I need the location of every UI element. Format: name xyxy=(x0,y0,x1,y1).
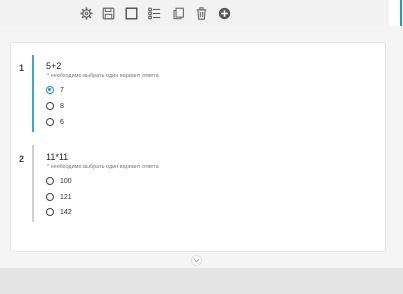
question-hint: * необходимо выбрать один вариант ответа xyxy=(47,164,159,170)
radio-button-selected[interactable] xyxy=(46,86,54,94)
answer-option[interactable]: 6 xyxy=(46,116,64,128)
footer-bar xyxy=(0,268,403,294)
answer-option[interactable]: 8 xyxy=(46,100,64,112)
radio-button[interactable] xyxy=(46,118,54,126)
answer-option[interactable]: 142 xyxy=(46,206,72,218)
radio-button[interactable] xyxy=(46,102,54,110)
question-hint: * необходимо выбрать один вариант ответа xyxy=(47,73,159,79)
radio-button[interactable] xyxy=(46,208,54,216)
toolbar xyxy=(0,0,389,26)
answer-label: 121 xyxy=(60,193,72,201)
answer-label: 142 xyxy=(60,208,72,216)
expand-button[interactable] xyxy=(191,255,202,266)
answer-label: 6 xyxy=(60,118,64,126)
question-active-indicator xyxy=(32,55,34,132)
chevron-down-icon xyxy=(193,258,200,263)
add-circle-icon[interactable] xyxy=(216,5,232,21)
question-number: 1 xyxy=(19,63,25,73)
list-checks-icon[interactable] xyxy=(146,5,162,21)
save-icon[interactable] xyxy=(100,5,116,21)
trash-icon[interactable] xyxy=(193,5,209,21)
radio-button[interactable] xyxy=(46,193,54,201)
answer-option[interactable]: 100 xyxy=(46,175,72,187)
question-indicator xyxy=(32,145,34,222)
answer-label: 100 xyxy=(60,177,72,185)
question-title: 11*11 xyxy=(46,152,69,162)
answer-option[interactable]: 121 xyxy=(46,191,72,203)
scrollbar[interactable] xyxy=(389,0,403,26)
square-icon[interactable] xyxy=(123,5,139,21)
answer-label: 8 xyxy=(60,102,64,110)
gear-icon[interactable] xyxy=(78,5,94,21)
copy-icon[interactable] xyxy=(170,5,186,21)
radio-button[interactable] xyxy=(46,177,54,185)
answer-label: 7 xyxy=(60,86,64,94)
question-list-card: 1 5+2 * необходимо выбрать один вариант … xyxy=(10,42,386,252)
answer-option[interactable]: 7 xyxy=(46,84,64,96)
question-number: 2 xyxy=(19,154,25,164)
question-title: 5+2 xyxy=(46,61,62,71)
